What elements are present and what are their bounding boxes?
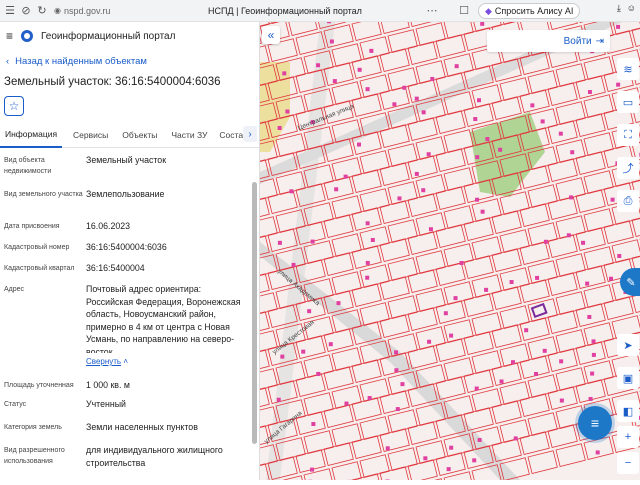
row-label: Кадастровый номер (4, 241, 86, 262)
back-link-label: Назад к найденным объектам (15, 56, 147, 67)
tab-parts[interactable]: Части ЗУ (166, 122, 212, 148)
row-value: Землепользование (86, 188, 246, 220)
map-toolbar: ≋ ▭ ⛶ ⤴ ⎙ (616, 58, 640, 223)
tab-info[interactable]: Информация (0, 122, 62, 148)
feedback-icon[interactable]: ✎ (620, 268, 640, 296)
locate-icon[interactable]: ➤ (617, 334, 639, 356)
table-row: Дата присвоения 16.06.2023 (0, 220, 259, 241)
shield-icon[interactable]: ⊘ (18, 3, 34, 19)
profile-icon[interactable]: ☺ (627, 3, 636, 14)
login-label: Войти (564, 36, 592, 47)
row-value: Земли населенных пунктов (86, 421, 246, 444)
alice-label: Спросить Алису AI (495, 6, 574, 16)
row-label: Вид разрешенного использования (4, 444, 86, 474)
table-row: Статус Учтенный (0, 398, 259, 421)
portal-name: Геоинформационный портал (41, 31, 175, 42)
print-icon[interactable]: ⎙ (617, 190, 639, 212)
table-row: Вид разрешенного использования для индив… (0, 444, 259, 474)
table-row: Вид земельного участка Землепользование (0, 188, 259, 220)
lock-icon: ◉ (54, 6, 61, 15)
zoom-out-icon[interactable]: − (617, 452, 639, 474)
table-row: Кадастровый квартал 36:16:5400004 (0, 262, 259, 283)
ruler-icon[interactable]: ▭ (617, 91, 639, 113)
row-label: Дата присвоения (4, 220, 86, 241)
share-icon[interactable]: ⤴ (617, 157, 639, 179)
row-value: 36:16:5400004:6036 (86, 241, 246, 262)
table-row: Адрес Почтовый адрес ориентира: Российск… (0, 283, 259, 379)
object-title: Земельный участок: 36:16:5400004:6036 (0, 72, 259, 92)
alice-button[interactable]: ◆ Спросить Алису AI (478, 3, 580, 19)
table-row: Вид объекта недвижимости Земельный участ… (0, 154, 259, 188)
row-label: Статус (4, 398, 86, 421)
row-value: Земельный участок (86, 154, 246, 188)
tabs-next-button[interactable]: › (243, 126, 257, 142)
attribute-list: Вид объекта недвижимости Земельный участ… (0, 148, 259, 474)
row-value: Учтенный (86, 398, 246, 421)
panel-scrollbar[interactable] (252, 182, 257, 444)
map-view-icon[interactable]: ▣ (617, 367, 639, 389)
table-row: Категория земель Земли населенных пункто… (0, 421, 259, 444)
compass-icon[interactable]: ◧ (617, 400, 639, 422)
hamburger-icon[interactable]: ≡ (6, 29, 13, 43)
info-tabs: Информация Сервисы Объекты Части ЗУ Сост… (0, 122, 259, 148)
login-icon: ⇥ (596, 36, 604, 47)
row-label: Площадь уточненная (4, 379, 86, 398)
row-label: Вид объекта недвижимости (4, 154, 86, 188)
downloads-icon[interactable]: ⤓ (617, 3, 621, 14)
row-label: Категория земель (4, 421, 86, 444)
collapse-panel-button[interactable]: « (262, 26, 280, 44)
url-text: nspd.gov.ru (64, 6, 110, 16)
more-icon[interactable]: ⋯ (424, 3, 440, 19)
back-link[interactable]: ‹ Назад к найденным объектам (0, 50, 259, 72)
map-navigation: ➤ ▣ ◧ + − (616, 334, 640, 485)
bookmark-icon[interactable]: ☐ (456, 3, 472, 19)
chevron-up-icon: ˄ (123, 357, 128, 366)
object-info-panel: ≡ Геоинформационный портал ‹ Назад к най… (0, 22, 260, 480)
favorite-star-button[interactable]: ☆ (4, 96, 24, 116)
row-label: Вид земельного участка (4, 188, 86, 220)
login-button[interactable]: Войти ⇥ (487, 30, 610, 52)
layers-icon[interactable]: ≋ (617, 58, 639, 80)
collapse-link[interactable]: Свернуть ˄ (86, 354, 246, 366)
chat-support-icon[interactable]: ≡ (578, 406, 612, 440)
tab-services[interactable]: Сервисы (68, 122, 113, 148)
chevron-left-icon: ‹ (6, 56, 9, 67)
zoom-in-icon[interactable]: + (617, 426, 639, 448)
row-value: для индивидуального жилищного строительс… (86, 444, 246, 474)
row-value: 1 000 кв. м (86, 379, 246, 398)
row-label: Кадастровый квартал (4, 262, 86, 283)
browser-toolbar: ☰ ⊘ ↻ ◉ nspd.gov.ru НСПД | Геоинформацио… (0, 0, 640, 22)
table-row: Площадь уточненная 1 000 кв. м (0, 379, 259, 398)
row-value: Почтовый адрес ориентира: Российская Фед… (86, 283, 246, 353)
table-row: Кадастровый номер 36:16:5400004:6036 (0, 241, 259, 262)
select-area-icon[interactable]: ⛶ (617, 124, 639, 146)
collapse-label: Свернуть (86, 357, 121, 366)
row-label: Адрес (4, 283, 86, 379)
alice-icon: ◆ (485, 6, 492, 17)
row-value: 36:16:5400004 (86, 262, 246, 283)
portal-logo-icon (21, 30, 33, 42)
tab-objects[interactable]: Объекты (117, 122, 162, 148)
page-tab-title: НСПД | Геоинформационный портал (200, 6, 370, 16)
row-value: 16.06.2023 (86, 220, 246, 241)
menu-icon[interactable]: ☰ (2, 3, 18, 19)
refresh-icon[interactable]: ↻ (34, 3, 50, 19)
